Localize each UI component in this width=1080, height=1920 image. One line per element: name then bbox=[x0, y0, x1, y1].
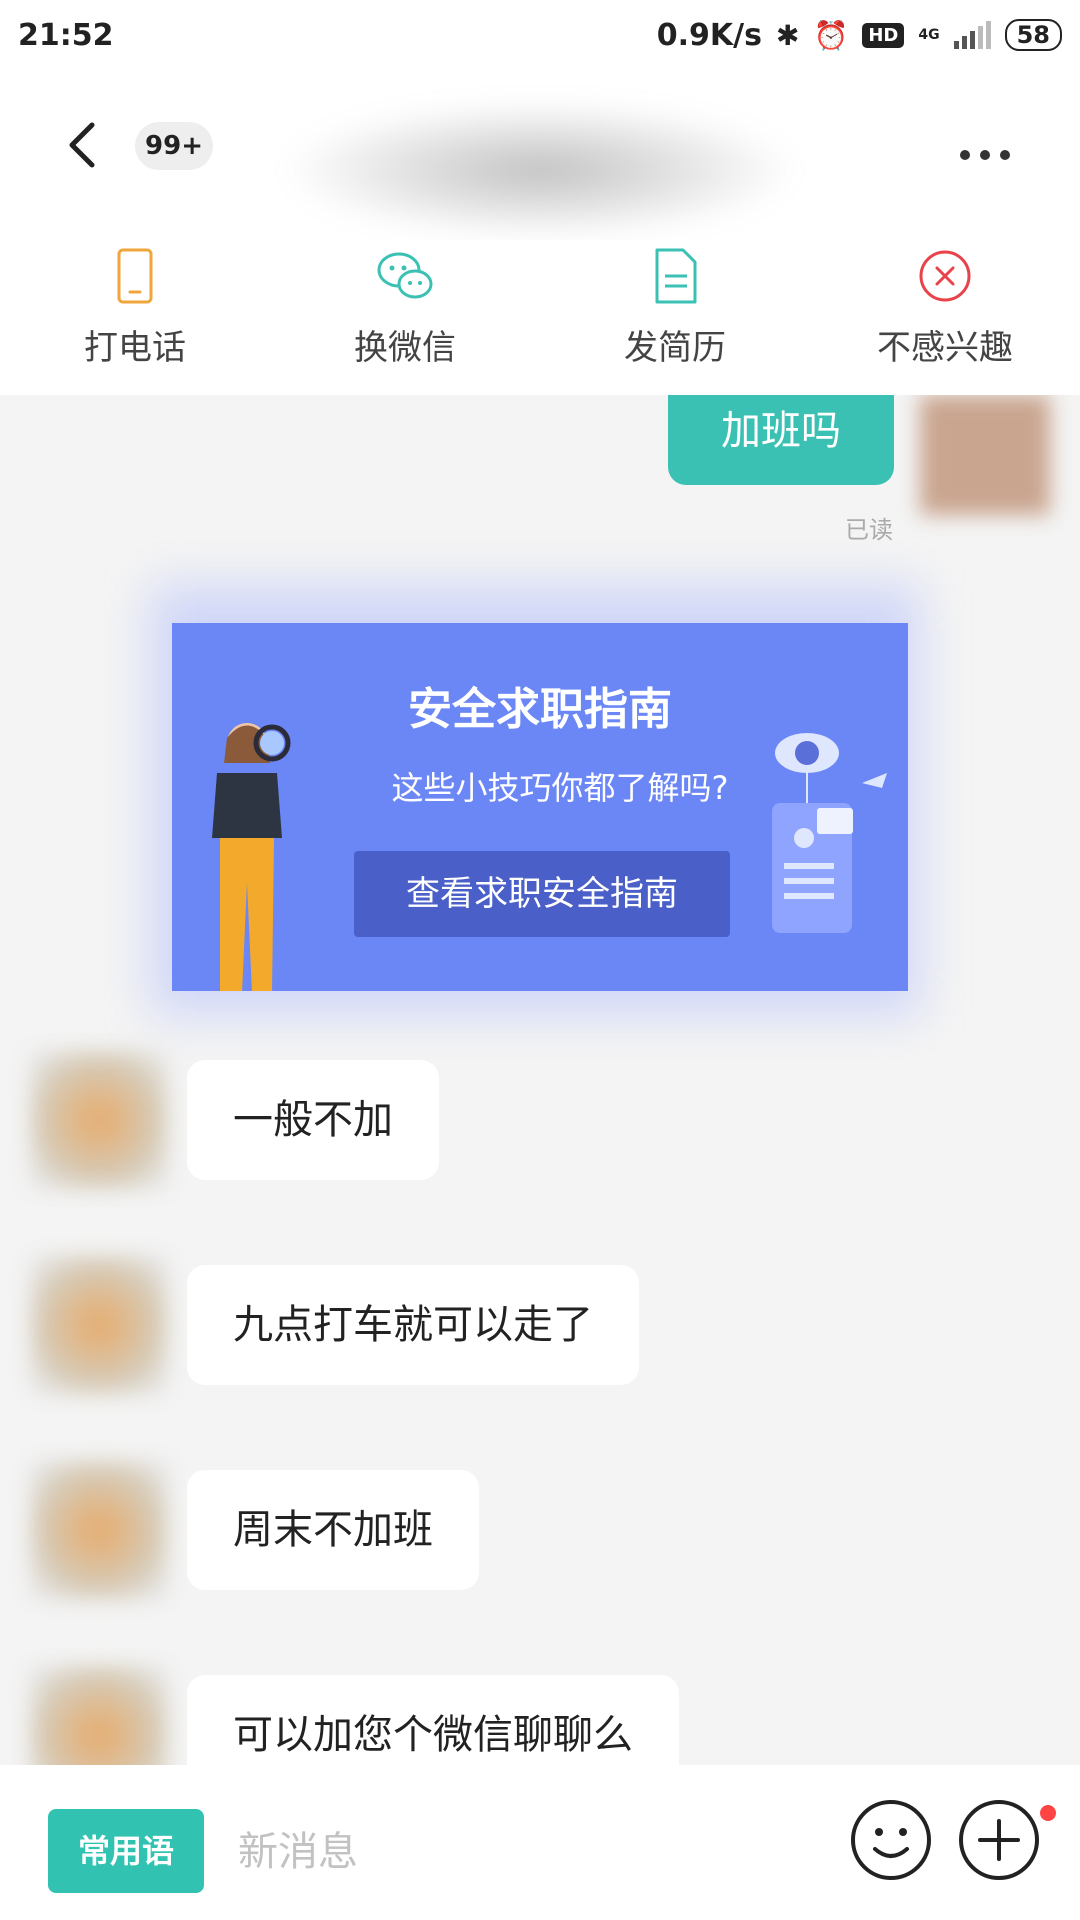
send-resume-label: 发简历 bbox=[624, 328, 726, 368]
recruiter-avatar[interactable] bbox=[30, 1255, 168, 1395]
more-dot-icon bbox=[1000, 150, 1010, 160]
quick-action-bar: 打电话 换微信 发简历 不感兴趣 bbox=[0, 240, 1080, 395]
network-speed: 0.9K/s bbox=[656, 17, 762, 53]
alarm-icon: ⏰ bbox=[813, 18, 849, 52]
call-action-label: 打电话 bbox=[84, 328, 186, 368]
view-safety-guide-button[interactable]: 查看求职安全指南 bbox=[354, 851, 730, 937]
eye-phone-illustration bbox=[772, 733, 887, 933]
incoming-message-row: 周末不加班 bbox=[0, 1460, 1080, 1600]
woman-magnifier-illustration bbox=[212, 723, 291, 991]
incoming-message-row: 可以加您个微信聊聊么 bbox=[0, 1665, 1080, 1765]
not-interested-action[interactable]: 不感兴趣 bbox=[810, 240, 1080, 395]
hd-badge: HD bbox=[862, 22, 905, 48]
bluetooth-icon: ✱ bbox=[776, 18, 800, 52]
battery-indicator: 58 bbox=[1004, 19, 1062, 51]
incoming-message-bubble[interactable]: 周末不加班 bbox=[187, 1470, 479, 1590]
signal-icon bbox=[953, 21, 991, 49]
recruiter-avatar[interactable] bbox=[30, 1665, 168, 1765]
incoming-message-bubble[interactable]: 一般不加 bbox=[187, 1060, 439, 1180]
chat-message-list[interactable]: 加班吗 已读 安全求职指南 这些小技巧你都了解吗? 查看求职安全指南 一般不加 … bbox=[0, 395, 1080, 1765]
contact-title-blurred bbox=[280, 100, 800, 240]
recruiter-avatar[interactable] bbox=[30, 1050, 168, 1190]
message-composer: 常用语 bbox=[0, 1765, 1080, 1920]
chevron-left-icon bbox=[69, 122, 95, 168]
message-input[interactable] bbox=[236, 1809, 800, 1895]
incoming-message-bubble[interactable]: 九点打车就可以走了 bbox=[187, 1265, 639, 1385]
outgoing-message-bubble[interactable]: 加班吗 bbox=[668, 395, 894, 485]
my-avatar[interactable] bbox=[920, 395, 1050, 515]
recruiter-avatar[interactable] bbox=[30, 1460, 168, 1600]
close-circle-icon bbox=[919, 250, 971, 302]
network-type: 4G bbox=[918, 27, 940, 43]
wechat-icon bbox=[377, 252, 433, 299]
incoming-message-bubble[interactable]: 可以加您个微信聊聊么 bbox=[187, 1675, 679, 1765]
status-time: 21:52 bbox=[18, 17, 114, 53]
notification-dot bbox=[1040, 1805, 1056, 1821]
call-action[interactable]: 打电话 bbox=[0, 240, 270, 395]
more-dot-icon bbox=[960, 150, 970, 160]
status-bar: 21:52 0.9K/s ✱ ⏰ HD 4G 58 bbox=[0, 0, 1080, 70]
incoming-message-row: 一般不加 bbox=[0, 1050, 1080, 1190]
incoming-message-row: 九点打车就可以走了 bbox=[0, 1255, 1080, 1395]
more-dot-icon bbox=[980, 150, 990, 160]
emoji-icon[interactable] bbox=[848, 1797, 934, 1883]
resume-icon bbox=[655, 248, 697, 304]
status-indicators: 0.9K/s ✱ ⏰ HD 4G 58 bbox=[657, 18, 1062, 53]
plus-icon[interactable] bbox=[956, 1797, 1042, 1883]
read-receipt: 已读 bbox=[845, 516, 893, 544]
phone-icon bbox=[117, 248, 153, 304]
unread-count-badge[interactable]: 99+ bbox=[135, 122, 213, 170]
safety-guide-banner[interactable]: 安全求职指南 这些小技巧你都了解吗? 查看求职安全指南 bbox=[172, 623, 908, 991]
not-interested-label: 不感兴趣 bbox=[877, 328, 1013, 368]
exchange-wechat-action[interactable]: 换微信 bbox=[270, 240, 540, 395]
send-resume-action[interactable]: 发简历 bbox=[540, 240, 810, 395]
exchange-wechat-label: 换微信 bbox=[354, 328, 456, 368]
chat-header: 99+ bbox=[0, 70, 1080, 240]
more-options-button[interactable] bbox=[960, 140, 1030, 170]
quick-phrases-button[interactable]: 常用语 bbox=[48, 1809, 204, 1893]
back-button[interactable] bbox=[62, 120, 102, 170]
